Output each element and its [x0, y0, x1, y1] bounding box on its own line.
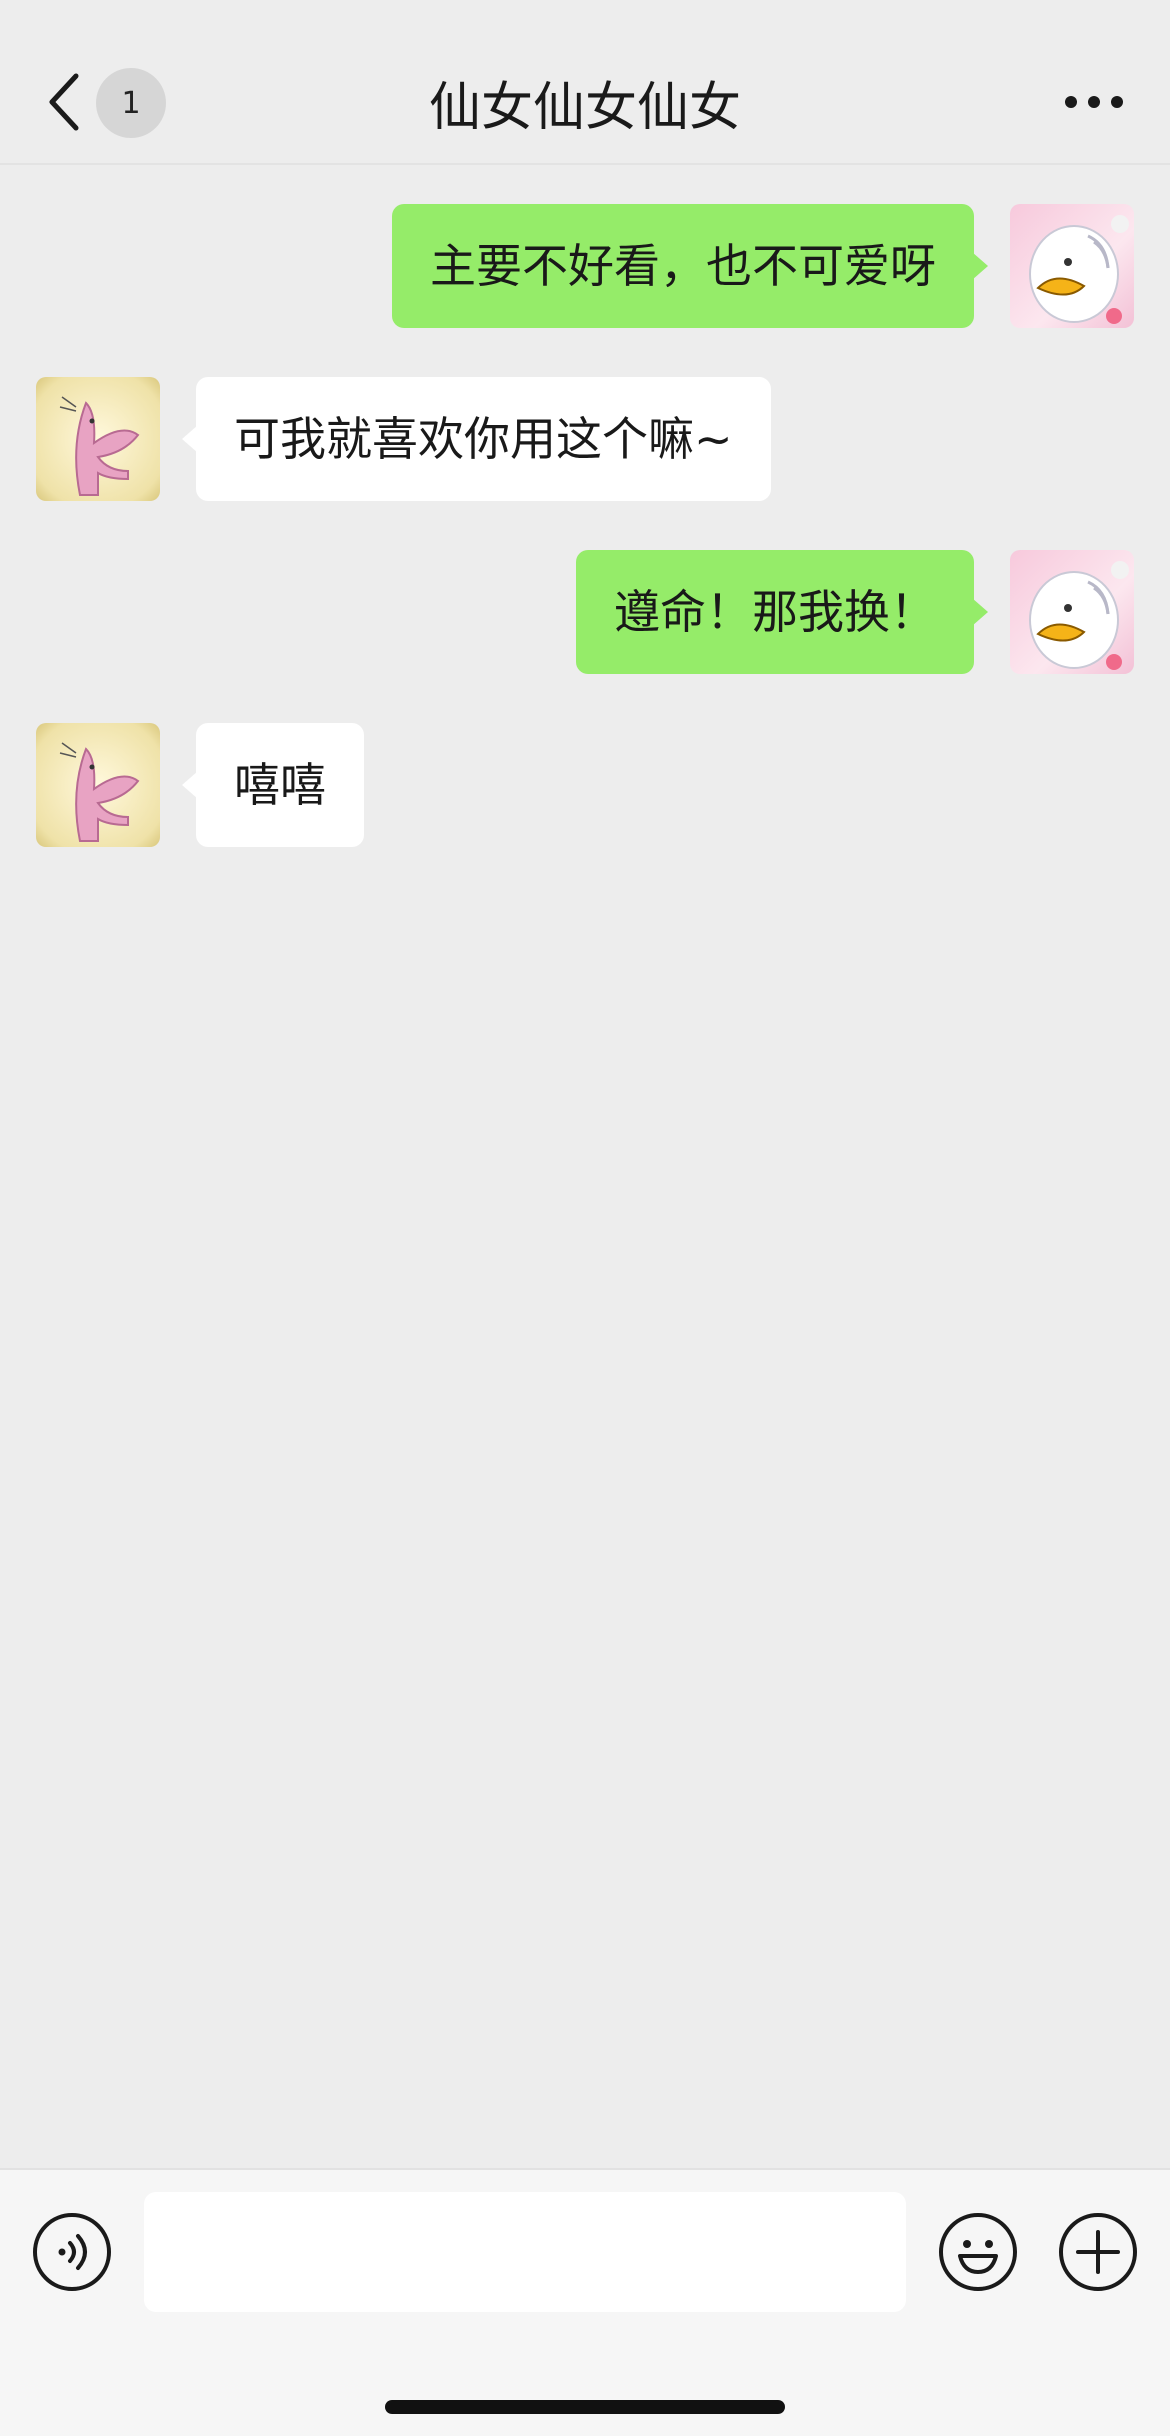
message-row: 嘻嘻	[0, 723, 1170, 847]
back-button[interactable]	[36, 62, 92, 142]
my-avatar[interactable]	[1010, 204, 1134, 328]
home-indicator[interactable]	[385, 2400, 785, 2414]
emoji-icon	[939, 2213, 1017, 2291]
duck-avatar-icon	[1029, 561, 1129, 670]
message-bubble-sent[interactable]: 遵命！那我换！	[576, 550, 988, 674]
chevron-left-icon	[49, 73, 79, 131]
chat-title: 仙女仙女仙女	[428, 77, 741, 138]
my-avatar[interactable]	[1010, 550, 1134, 674]
chat-header: 1 仙女仙女仙女	[0, 0, 1170, 165]
pink-rabbit-avatar-icon	[59, 396, 140, 496]
message-input[interactable]	[144, 2192, 906, 2312]
contact-avatar[interactable]	[36, 377, 160, 501]
input-bar	[0, 2168, 1170, 2436]
plus-icon	[1059, 2213, 1137, 2291]
contact-avatar[interactable]	[36, 723, 160, 847]
more-functions-button[interactable]	[1058, 2212, 1138, 2292]
message-row: 可我就喜欢你用这个嘛~	[0, 377, 1170, 501]
unread-count-badge[interactable]: 1	[96, 68, 166, 138]
message-bubble-sent[interactable]: 主要不好看，也不可爱呀	[392, 204, 988, 328]
pink-rabbit-avatar-icon	[59, 742, 140, 842]
duck-avatar-icon	[1029, 215, 1129, 324]
more-options-button[interactable]	[1054, 72, 1134, 132]
message-row: 主要不好看，也不可爱呀	[0, 204, 1170, 328]
message-bubble-received[interactable]: 可我就喜欢你用这个嘛~	[182, 377, 771, 501]
voice-icon	[33, 2213, 111, 2291]
ellipsis-icon	[1065, 96, 1123, 108]
message-bubble-received[interactable]: 嘻嘻	[182, 723, 364, 847]
emoji-button[interactable]	[938, 2212, 1018, 2292]
voice-button[interactable]	[32, 2212, 112, 2292]
message-row: 遵命！那我换！	[0, 550, 1170, 674]
